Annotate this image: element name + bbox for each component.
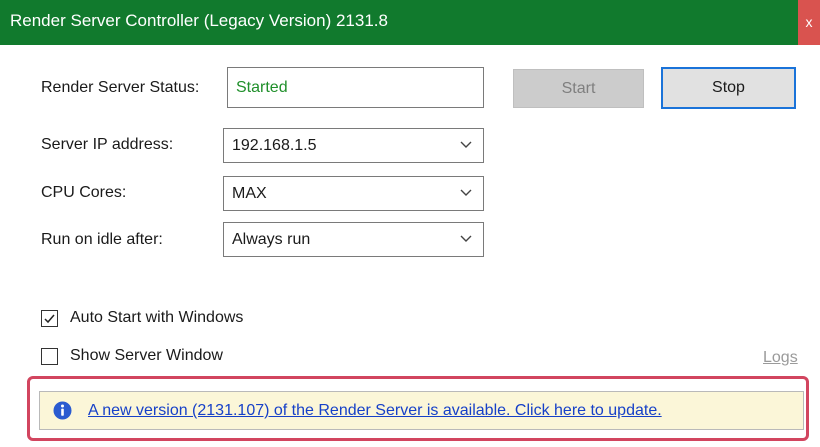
server-ip-label: Server IP address: bbox=[41, 136, 174, 153]
window-title: Render Server Controller (Legacy Version… bbox=[10, 11, 388, 30]
update-notification-bar[interactable]: A new version (2131.107) of the Render S… bbox=[39, 391, 804, 430]
run-on-idle-dropdown[interactable]: Always run bbox=[223, 222, 484, 257]
chevron-down-icon bbox=[460, 141, 472, 148]
title-bar[interactable]: Render Server Controller (Legacy Version… bbox=[0, 0, 820, 45]
close-icon: x bbox=[805, 14, 813, 30]
cpu-cores-label: CPU Cores: bbox=[41, 184, 127, 201]
close-button[interactable]: x bbox=[798, 0, 820, 45]
render-server-status-field: Started bbox=[227, 67, 484, 108]
chevron-down-icon bbox=[460, 189, 472, 196]
server-ip-dropdown[interactable]: 192.168.1.5 bbox=[223, 128, 484, 163]
render-server-controller-window: Render Server Controller (Legacy Version… bbox=[0, 0, 820, 447]
update-link[interactable]: A new version (2131.107) of the Render S… bbox=[88, 402, 662, 420]
run-on-idle-label: Run on idle after: bbox=[41, 231, 163, 248]
logs-link[interactable]: Logs bbox=[763, 349, 798, 367]
render-server-status-value: Started bbox=[236, 79, 288, 96]
server-ip-value: 192.168.1.5 bbox=[232, 137, 317, 154]
chevron-down-icon bbox=[460, 235, 472, 242]
stop-button[interactable]: Stop bbox=[661, 67, 796, 109]
auto-start-checkbox[interactable] bbox=[41, 310, 58, 327]
render-server-status-label: Render Server Status: bbox=[41, 79, 200, 96]
checkmark-icon bbox=[44, 314, 55, 324]
show-server-window-label[interactable]: Show Server Window bbox=[70, 347, 223, 365]
info-icon bbox=[53, 401, 72, 420]
start-button[interactable]: Start bbox=[513, 69, 644, 108]
cpu-cores-dropdown[interactable]: MAX bbox=[223, 176, 484, 211]
auto-start-label[interactable]: Auto Start with Windows bbox=[70, 309, 243, 327]
show-server-window-checkbox[interactable] bbox=[41, 348, 58, 365]
run-on-idle-value: Always run bbox=[232, 231, 311, 248]
cpu-cores-value: MAX bbox=[232, 185, 267, 202]
